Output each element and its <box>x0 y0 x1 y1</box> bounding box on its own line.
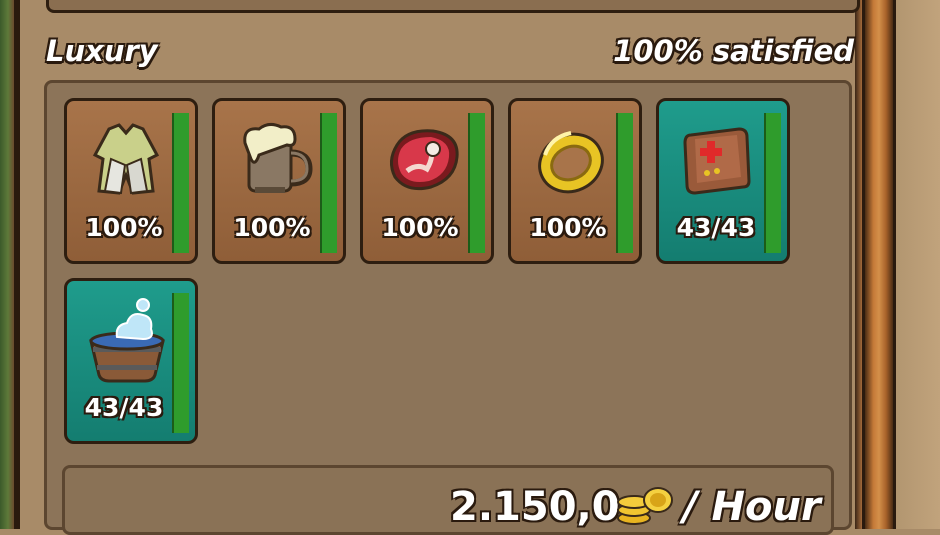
good-tile-bath[interactable]: 43/43 <box>64 278 198 444</box>
good-value: 43/43 <box>84 393 164 422</box>
good-tile-first-aid[interactable]: 43/43 <box>656 98 790 264</box>
good-tile-meat[interactable]: 100% <box>360 98 494 264</box>
section-title: Luxury <box>46 34 158 68</box>
income-value: 2.150,0 <box>450 484 620 530</box>
good-value: 100% <box>85 213 163 242</box>
scrollbar[interactable] <box>862 0 896 529</box>
meat-icon <box>390 129 459 191</box>
previous-section-panel <box>46 0 860 13</box>
clothes-icon <box>92 123 160 195</box>
frame-border-left <box>14 0 20 529</box>
gold-coins-icon <box>617 487 673 525</box>
beer-mug-icon <box>243 122 313 193</box>
good-tile-clothes[interactable]: 100% <box>64 98 198 264</box>
first-aid-kit-icon <box>683 127 751 195</box>
satisfaction-status: 100% satisfied <box>613 34 854 68</box>
good-value: 43/43 <box>676 213 756 242</box>
income-unit: / Hour <box>683 484 821 530</box>
bath-tub-icon <box>89 298 165 383</box>
good-tile-ring[interactable]: 100% <box>508 98 642 264</box>
gold-ring-icon <box>538 131 604 194</box>
good-tile-beer[interactable]: 100% <box>212 98 346 264</box>
good-value: 100% <box>381 213 459 242</box>
good-value: 100% <box>529 213 607 242</box>
good-value: 100% <box>233 213 311 242</box>
